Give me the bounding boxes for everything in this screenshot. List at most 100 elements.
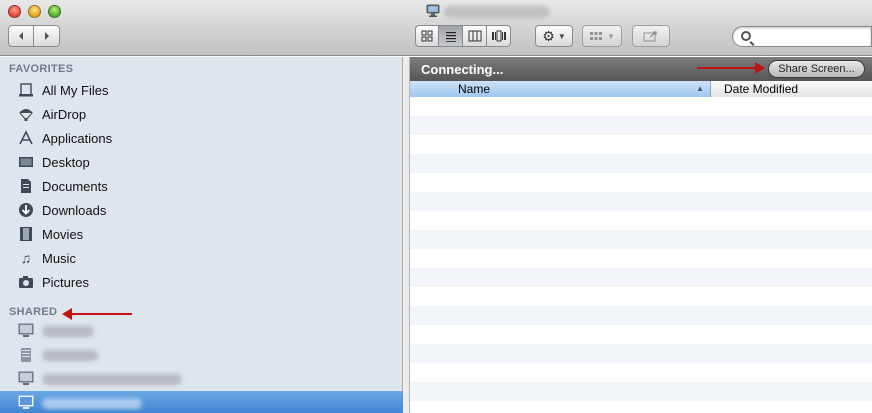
empty-row [410,116,872,135]
empty-row [410,382,872,401]
airdrop-icon [16,104,36,124]
arrange-grid-icon [590,32,603,40]
column-header-name[interactable]: Name ▲ [410,81,711,97]
window-title-redacted [444,6,550,18]
sidebar-item-label: Movies [42,226,84,242]
column-view-icon [468,30,481,42]
computer-icon [426,4,440,17]
empty-row [410,173,872,192]
pictures-icon [16,272,36,292]
empty-row [410,211,872,230]
column-header-label: Date Modified [724,82,799,96]
sidebar-item-downloads[interactable]: Downloads [0,198,403,222]
empty-row [410,401,872,413]
movies-icon [16,224,36,244]
sidebar-item-documents[interactable]: Documents [0,174,403,198]
documents-icon [16,176,36,196]
action-menu-button[interactable]: ⚙ ▼ [535,25,573,47]
dropdown-arrow-icon: ▼ [557,31,566,41]
chevron-right-icon [44,32,49,40]
all-files-icon [16,80,36,100]
empty-row [410,97,872,116]
share-screen-button[interactable]: Share Screen... [768,60,865,78]
sidebar-item-desktop[interactable]: Desktop [0,150,403,174]
sidebar-item-label: Applications [42,130,113,146]
computer-icon [16,393,36,413]
coverflow-view-icon [491,30,506,42]
favorites-header: FAVORITES [9,63,74,75]
arrange-button[interactable]: ▼ [582,25,622,47]
sidebar-item-applications[interactable]: Applications [0,126,403,150]
zoom-window-button[interactable] [48,5,61,18]
empty-row [410,192,872,211]
file-list [410,97,872,413]
close-window-button[interactable] [8,5,21,18]
applications-icon [16,128,36,148]
empty-row [410,325,872,344]
column-view-button[interactable] [463,25,487,47]
empty-row [410,154,872,173]
empty-row [410,306,872,325]
file-list-pane: Connecting... Share Screen... Name ▲ Dat… [410,57,872,413]
downloads-icon [16,200,36,220]
column-header-date-modified[interactable]: Date Modified [711,81,872,97]
column-header-row: Name ▲ Date Modified [410,81,872,97]
sidebar-item-label: AirDrop [42,106,87,122]
minimize-window-button[interactable] [28,5,41,18]
sidebar-item-shared-server[interactable] [0,343,403,367]
coverflow-view-button[interactable] [487,25,511,47]
back-button[interactable] [8,25,34,47]
sidebar-item-label: Desktop [42,154,90,170]
sidebar-item-airdrop[interactable]: AirDrop [0,102,403,126]
annotation-arrow-share-screen [697,62,765,74]
shared-header: SHARED [9,306,58,318]
icon-view-icon [421,30,433,42]
share-icon [643,31,657,42]
sidebar-item-label: Music [42,250,76,266]
sidebar-item-music[interactable]: ♫ Music [0,246,403,270]
empty-row [410,287,872,306]
computer-icon [16,369,36,389]
forward-button[interactable] [34,25,60,47]
sidebar-item-shared-computer-selected[interactable] [0,391,403,413]
sidebar-item-label: Downloads [42,202,107,218]
back-forward-control [8,25,60,47]
sidebar-item-pictures[interactable]: Pictures [0,270,403,294]
share-button[interactable] [632,25,670,47]
empty-row [410,363,872,382]
view-mode-control [415,25,511,47]
sort-ascending-icon: ▲ [696,84,704,93]
chevron-left-icon [19,32,23,40]
sidebar-item-label: All My Files [42,82,109,98]
dropdown-arrow-icon: ▼ [607,31,615,41]
shared-item-label-redacted [42,325,94,337]
empty-row [410,230,872,249]
music-icon: ♫ [20,250,32,266]
sidebar-item-label: Pictures [42,274,89,290]
sidebar-item-shared-computer[interactable] [0,367,403,391]
search-input[interactable] [757,29,867,44]
computer-icon [16,321,36,341]
search-icon [741,31,751,41]
icon-view-button[interactable] [415,25,439,47]
sidebar-item-label: Documents [42,178,108,194]
screen-sharing-status-bar: Connecting... Share Screen... [410,57,872,81]
sidebar-item-all-my-files[interactable]: All My Files [0,78,403,102]
empty-row [410,268,872,287]
window-toolbar: ⚙ ▼ ▼ [0,0,872,56]
sidebar-item-shared-computer[interactable] [0,319,403,343]
list-view-icon [445,32,456,42]
shared-item-label-redacted [42,373,182,385]
shared-item-label-redacted [42,397,142,409]
column-header-label: Name [458,82,491,96]
split-view-divider[interactable] [403,57,410,413]
annotation-arrow-shared [62,308,132,320]
empty-row [410,344,872,363]
empty-row [410,249,872,268]
search-field[interactable] [732,26,872,47]
sidebar: FAVORITES All My Files AirDrop Applicati… [0,57,403,413]
list-view-button[interactable] [439,25,463,47]
desktop-icon [16,152,36,172]
connection-status: Connecting... [421,61,504,77]
sidebar-item-movies[interactable]: Movies [0,222,403,246]
